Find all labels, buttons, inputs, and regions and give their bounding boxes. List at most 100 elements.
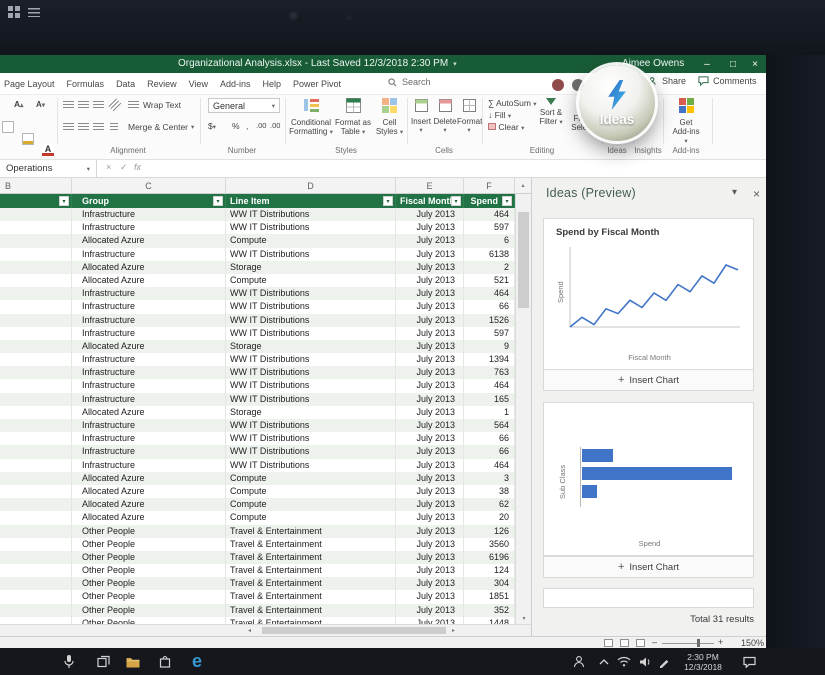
- cell[interactable]: [0, 617, 72, 624]
- cell[interactable]: Allocated Azure: [72, 261, 226, 274]
- fx-icon[interactable]: fx: [134, 162, 141, 172]
- cell[interactable]: July 2013: [396, 590, 464, 603]
- cell[interactable]: Allocated Azure: [72, 274, 226, 287]
- cell[interactable]: [0, 551, 72, 564]
- cell[interactable]: 1851: [464, 590, 515, 603]
- align-center-icon[interactable]: [78, 123, 89, 132]
- ribbon-tab-help[interactable]: Help: [262, 79, 281, 89]
- column-header-F[interactable]: F: [464, 178, 515, 194]
- cell[interactable]: WW IT Distributions: [226, 287, 396, 300]
- cell[interactable]: [0, 498, 72, 511]
- cell[interactable]: [0, 221, 72, 234]
- cell[interactable]: Other People: [72, 564, 226, 577]
- cell[interactable]: Infrastructure: [72, 419, 226, 432]
- cell[interactable]: [0, 538, 72, 551]
- cell[interactable]: July 2013: [396, 577, 464, 590]
- indent-icon[interactable]: [110, 123, 118, 132]
- cell[interactable]: [0, 274, 72, 287]
- cell[interactable]: Travel & Entertainment: [226, 525, 396, 538]
- cell[interactable]: [0, 577, 72, 590]
- zoom-in-button[interactable]: +: [718, 637, 723, 647]
- cell[interactable]: Compute: [226, 472, 396, 485]
- minimize-button[interactable]: –: [696, 55, 718, 73]
- ribbon-tab-formulas[interactable]: Formulas: [67, 79, 105, 89]
- cell[interactable]: [0, 525, 72, 538]
- wifi-icon[interactable]: [615, 648, 633, 675]
- cell[interactable]: July 2013: [396, 274, 464, 287]
- normal-view-icon[interactable]: [604, 639, 613, 647]
- cell[interactable]: WW IT Distributions: [226, 459, 396, 472]
- ribbon-tab-review[interactable]: Review: [147, 79, 177, 89]
- zoom-slider-thumb[interactable]: [697, 639, 700, 647]
- merge-center-button[interactable]: Merge & Center ▾: [128, 122, 194, 132]
- orientation-icon[interactable]: [108, 98, 122, 112]
- ribbon-tab-add-ins[interactable]: Add-ins: [220, 79, 251, 89]
- cell[interactable]: July 2013: [396, 459, 464, 472]
- cell[interactable]: 124: [464, 564, 515, 577]
- cell[interactable]: July 2013: [396, 498, 464, 511]
- delete-cells-button[interactable]: Delete ▾: [433, 99, 457, 135]
- font-color-icon[interactable]: A: [42, 144, 54, 156]
- search-box[interactable]: Search: [388, 77, 431, 87]
- cell[interactable]: Infrastructure: [72, 459, 226, 472]
- cell[interactable]: [0, 353, 72, 366]
- cell[interactable]: Infrastructure: [72, 445, 226, 458]
- cell[interactable]: [0, 248, 72, 261]
- cell[interactable]: July 2013: [396, 340, 464, 353]
- cell[interactable]: [0, 590, 72, 603]
- decrease-decimal-button[interactable]: .00: [270, 121, 280, 130]
- sort-filter-button[interactable]: Sort & Filter ▾: [536, 98, 566, 127]
- cell[interactable]: Infrastructure: [72, 327, 226, 340]
- cell[interactable]: Infrastructure: [72, 314, 226, 327]
- cell[interactable]: July 2013: [396, 261, 464, 274]
- cell[interactable]: 9: [464, 340, 515, 353]
- share-button[interactable]: Share: [648, 76, 686, 86]
- cell[interactable]: July 2013: [396, 208, 464, 221]
- cell[interactable]: [0, 234, 72, 247]
- cell[interactable]: 304: [464, 577, 515, 590]
- align-middle-icon[interactable]: [78, 101, 89, 110]
- fill-color-icon[interactable]: [22, 133, 34, 145]
- cell[interactable]: Infrastructure: [72, 379, 226, 392]
- cell[interactable]: July 2013: [396, 314, 464, 327]
- insert-cells-button[interactable]: Insert ▾: [409, 99, 433, 135]
- grow-font-button[interactable]: A▴: [14, 99, 23, 109]
- cell[interactable]: WW IT Distributions: [226, 327, 396, 340]
- cell[interactable]: July 2013: [396, 564, 464, 577]
- cell[interactable]: Other People: [72, 604, 226, 617]
- cell[interactable]: Other People: [72, 551, 226, 564]
- format-as-table-button[interactable]: Format as Table ▾: [334, 98, 372, 137]
- page-break-view-icon[interactable]: [636, 639, 645, 647]
- cell[interactable]: Travel & Entertainment: [226, 590, 396, 603]
- cell[interactable]: 62: [464, 498, 515, 511]
- cell[interactable]: WW IT Distributions: [226, 366, 396, 379]
- zoom-out-button[interactable]: –: [652, 637, 657, 647]
- cell[interactable]: Compute: [226, 485, 396, 498]
- edge-browser-icon[interactable]: e: [188, 648, 206, 675]
- cell[interactable]: 38: [464, 485, 515, 498]
- cell[interactable]: Compute: [226, 274, 396, 287]
- format-cells-button[interactable]: Format ▾: [457, 99, 481, 135]
- maximize-button[interactable]: □: [722, 55, 744, 73]
- cell[interactable]: 464: [464, 459, 515, 472]
- cell[interactable]: 2: [464, 261, 515, 274]
- cell[interactable]: WW IT Distributions: [226, 353, 396, 366]
- autosum-button[interactable]: ∑ AutoSum ▾: [488, 98, 537, 108]
- ideas-spotlight-button[interactable]: Ideas: [579, 65, 655, 141]
- file-explorer-icon[interactable]: [124, 648, 142, 675]
- cell[interactable]: [0, 604, 72, 617]
- fill-button[interactable]: ↓ Fill ▾: [488, 110, 511, 120]
- cell[interactable]: July 2013: [396, 248, 464, 261]
- cell[interactable]: July 2013: [396, 419, 464, 432]
- align-right-icon[interactable]: [93, 123, 104, 132]
- cell[interactable]: 6196: [464, 551, 515, 564]
- cell[interactable]: WW IT Distributions: [226, 248, 396, 261]
- cell[interactable]: [0, 287, 72, 300]
- action-center-icon[interactable]: [740, 648, 758, 675]
- cell[interactable]: WW IT Distributions: [226, 419, 396, 432]
- cell[interactable]: July 2013: [396, 327, 464, 340]
- column-header-D[interactable]: D: [226, 178, 396, 194]
- ribbon-tab-view[interactable]: View: [189, 79, 208, 89]
- cell[interactable]: WW IT Distributions: [226, 208, 396, 221]
- clear-button[interactable]: Clear ▾: [488, 122, 524, 132]
